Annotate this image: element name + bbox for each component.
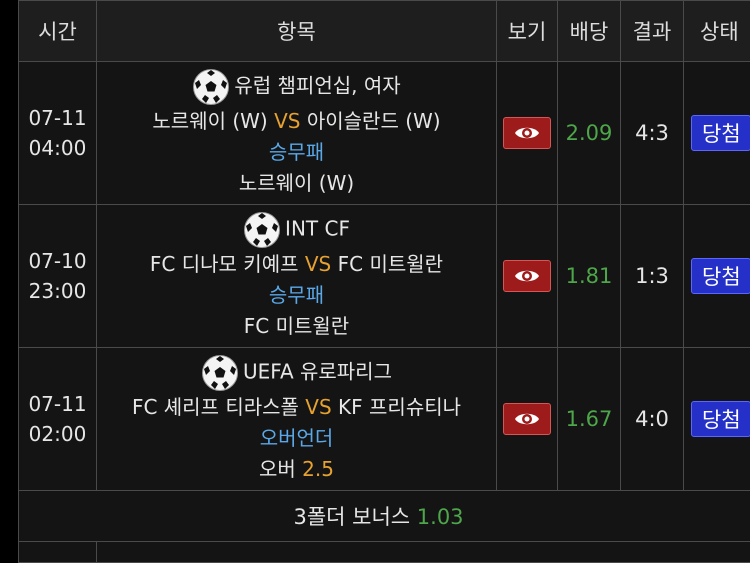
view-button[interactable] [503, 260, 551, 292]
league-name: UEFA 유로파리그 [243, 359, 392, 383]
status-badge[interactable]: 당첨 [691, 258, 750, 294]
pick-handicap: 2.5 [302, 457, 334, 481]
league-line: INT CF [97, 211, 496, 249]
header-status: 상태 [684, 1, 750, 62]
header-odds: 배당 [558, 1, 621, 62]
match-time: 04:00 [19, 133, 96, 163]
home-team: FC 디나모 키예프 [150, 252, 299, 276]
away-team: FC 미트윌란 [338, 252, 443, 276]
home-team: FC 셰리프 티라스폴 [132, 395, 299, 419]
odds-value: 1.81 [558, 205, 621, 348]
bet-type: 승무패 [97, 280, 496, 311]
score-value: 4:3 [621, 62, 684, 205]
soccer-ball-icon [192, 68, 230, 106]
pick-line: 오버 2.5 [97, 454, 496, 485]
bet-type: 승무패 [97, 137, 496, 168]
soccer-ball-icon [201, 354, 239, 392]
odds-value: 2.09 [558, 62, 621, 205]
match-time-cell: 07-11 04:00 [19, 62, 97, 205]
header-time: 시간 [19, 1, 97, 62]
pick-line: FC 미트윌란 [97, 311, 496, 342]
pick: FC 미트윌란 [244, 314, 349, 338]
odds-value: 1.67 [558, 348, 621, 491]
matchup-line: FC 셰리프 티라스폴 VS KF 프리슈티나 [97, 392, 496, 423]
eye-icon [514, 267, 540, 285]
status-cell: 당첨 [684, 62, 750, 205]
bet-history-panel: 시간 항목 보기 배당 결과 상태 07-11 04:00 [0, 0, 750, 544]
match-time: 23:00 [19, 276, 96, 306]
league-name: INT CF [285, 216, 350, 240]
pick: 오버 [259, 457, 296, 481]
table-row: 07-11 02:00 UEFA 유로파리그 FC [19, 348, 750, 491]
vs-label: VS [305, 252, 331, 276]
bonus-row: 3폴더 보너스 1.03 [19, 491, 750, 542]
eye-icon [514, 124, 540, 142]
header-result: 결과 [621, 1, 684, 62]
view-cell [497, 62, 558, 205]
home-team: 노르웨이 (W) [152, 109, 267, 133]
matchup-line: FC 디나모 키예프 VS FC 미트윌란 [97, 249, 496, 280]
bonus-value: 1.03 [417, 505, 464, 529]
score-value: 1:3 [621, 205, 684, 348]
table-row: 07-10 23:00 INT CF FC 디나모 [19, 205, 750, 348]
match-time-cell: 07-10 23:00 [19, 205, 97, 348]
pick-line: 노르웨이 (W) [97, 168, 496, 199]
bonus-label: 3폴더 보너스 [293, 505, 410, 529]
table-footer-row [19, 542, 750, 563]
header-item: 항목 [97, 1, 497, 62]
league-line: 유럽 챔피언십, 여자 [97, 68, 496, 106]
soccer-ball-icon [243, 211, 281, 249]
status-badge[interactable]: 당첨 [691, 115, 750, 151]
match-info-cell: INT CF FC 디나모 키예프 VS FC 미트윌란 승무패 FC 미트윌란 [97, 205, 497, 348]
match-date: 07-10 [19, 246, 96, 276]
match-date: 07-11 [19, 389, 96, 419]
table-header-row: 시간 항목 보기 배당 결과 상태 [19, 1, 750, 62]
status-badge[interactable]: 당첨 [691, 401, 750, 437]
view-cell [497, 348, 558, 491]
vs-label: VS [305, 395, 331, 419]
status-cell: 당첨 [684, 205, 750, 348]
pick: 노르웨이 (W) [239, 171, 354, 195]
away-team: 아이슬란드 (W) [307, 109, 441, 133]
league-name: 유럽 챔피언십, 여자 [234, 73, 400, 97]
bet-type: 오버언더 [97, 423, 496, 454]
table-row: 07-11 04:00 유럽 챔피언십, 여자 노 [19, 62, 750, 205]
league-line: UEFA 유로파리그 [97, 354, 496, 392]
view-button[interactable] [503, 117, 551, 149]
match-info-cell: UEFA 유로파리그 FC 셰리프 티라스폴 VS KF 프리슈티나 오버언더 … [97, 348, 497, 491]
score-value: 4:0 [621, 348, 684, 491]
vs-label: VS [274, 109, 300, 133]
match-info-cell: 유럽 챔피언십, 여자 노르웨이 (W) VS 아이슬란드 (W) 승무패 노르… [97, 62, 497, 205]
matchup-line: 노르웨이 (W) VS 아이슬란드 (W) [97, 106, 496, 137]
away-team: KF 프리슈티나 [338, 395, 461, 419]
status-cell: 당첨 [684, 348, 750, 491]
view-cell [497, 205, 558, 348]
eye-icon [514, 410, 540, 428]
match-time-cell: 07-11 02:00 [19, 348, 97, 491]
header-view: 보기 [497, 1, 558, 62]
view-button[interactable] [503, 403, 551, 435]
bet-slip-table: 시간 항목 보기 배당 결과 상태 07-11 04:00 [18, 0, 750, 563]
match-time: 02:00 [19, 419, 96, 449]
match-date: 07-11 [19, 103, 96, 133]
